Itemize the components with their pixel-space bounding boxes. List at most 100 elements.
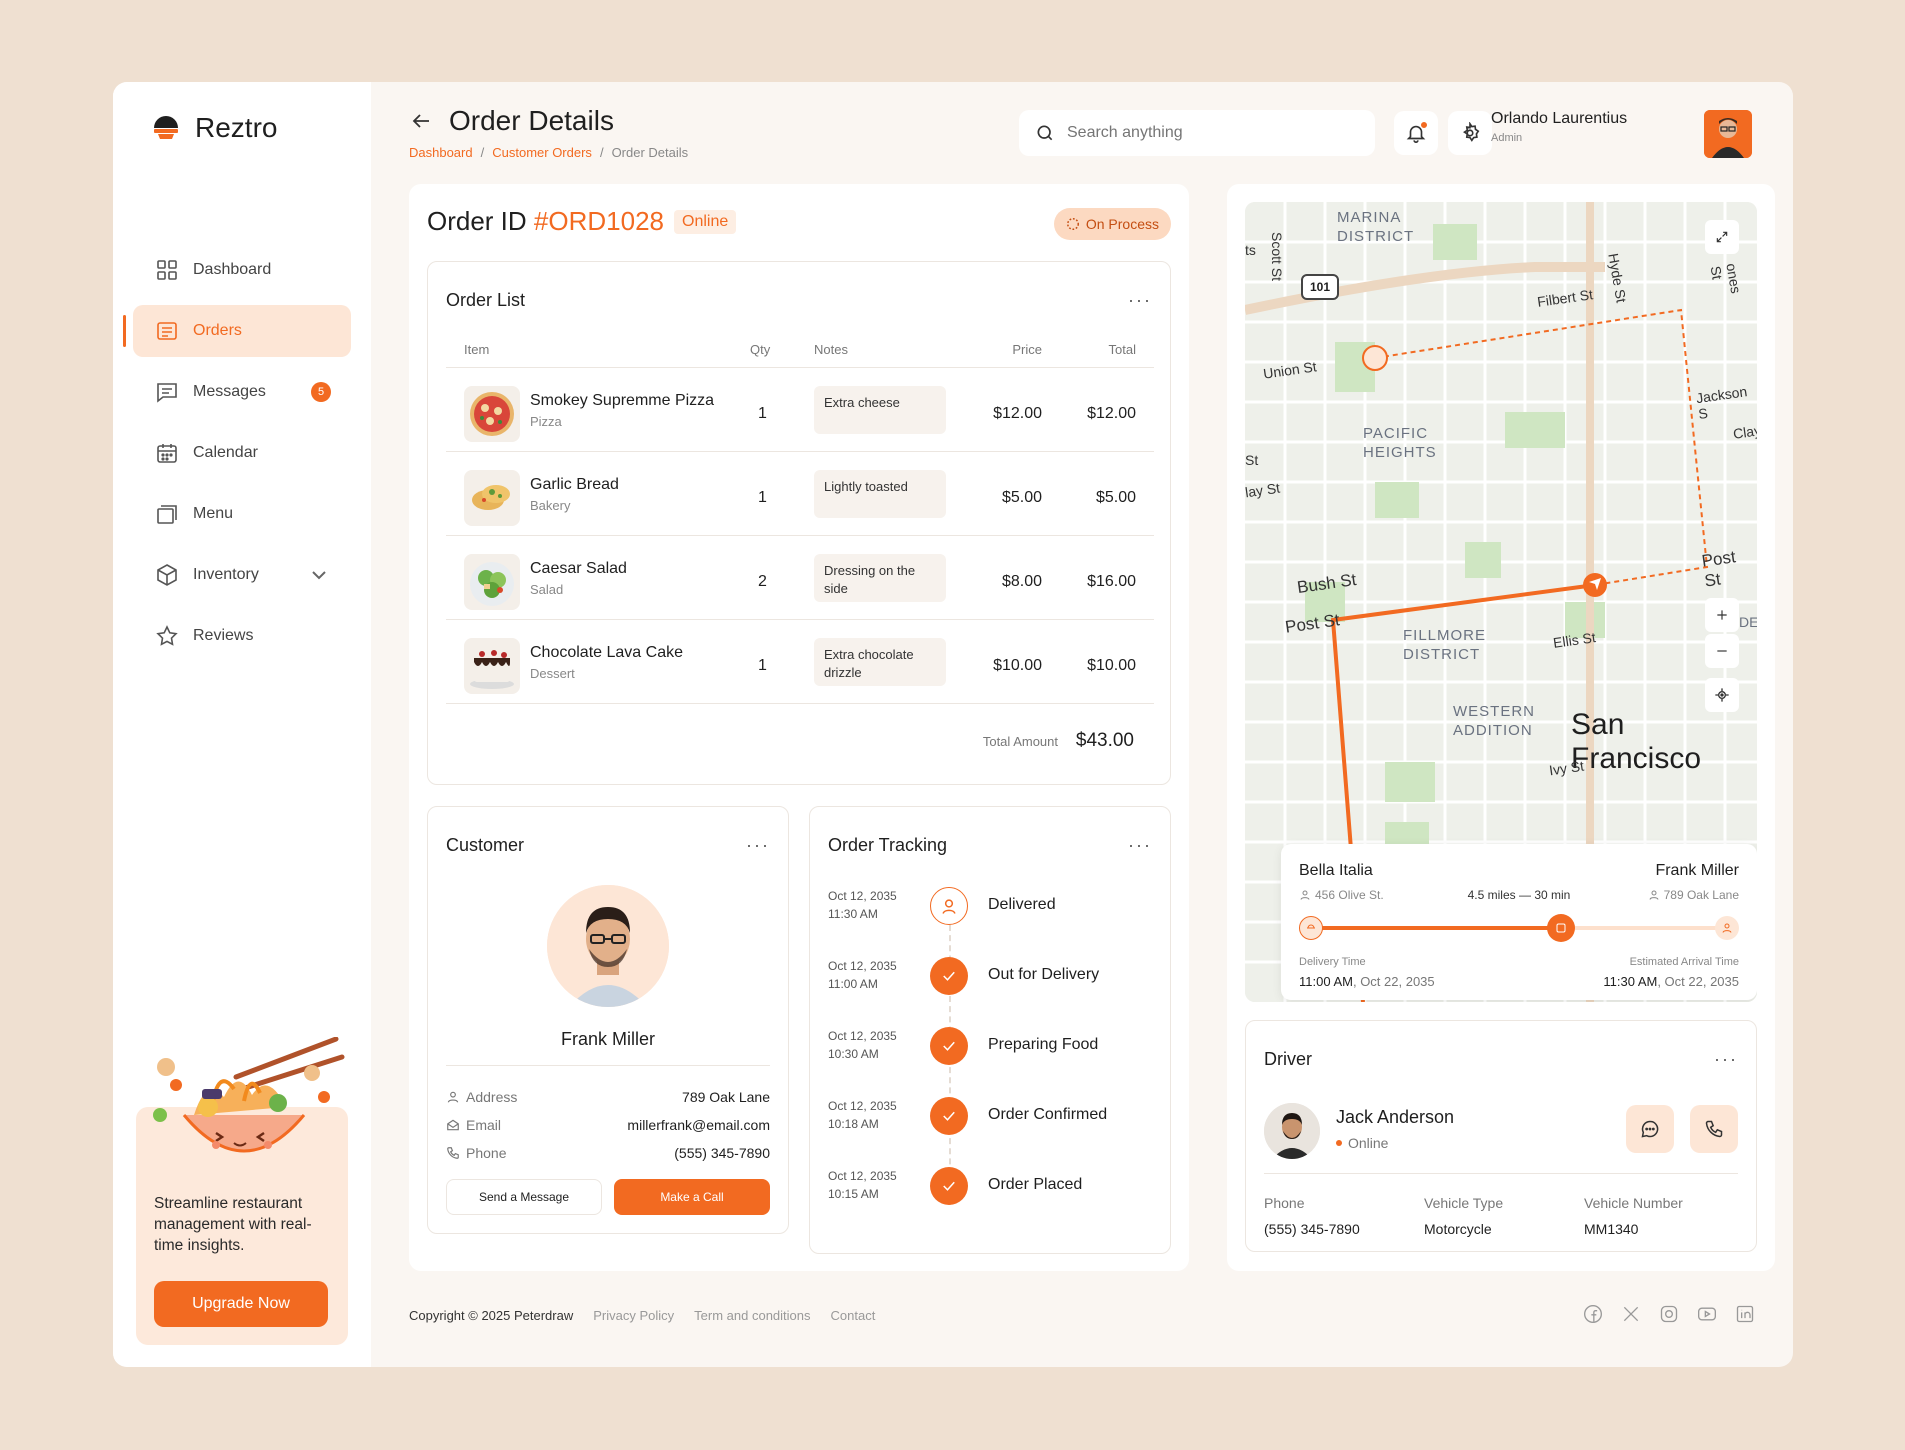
- breadcrumb-separator: /: [599, 145, 604, 160]
- column-header-notes: Notes: [814, 342, 848, 357]
- avatar[interactable]: [1704, 110, 1752, 158]
- divider: [446, 1065, 770, 1066]
- instagram-icon[interactable]: [1659, 1304, 1679, 1324]
- sidebar-item-label: Calendar: [193, 444, 258, 461]
- tracking-step: Oct 12, 2035 11:00 AM Out for Delivery: [828, 957, 1154, 1013]
- receipt-icon: [157, 322, 177, 340]
- item-name: Chocolate Lava Cake: [530, 644, 683, 661]
- breadcrumb-dashboard[interactable]: Dashboard: [409, 145, 473, 160]
- customer-card: Customer ··· Frank Miller Address 789 Oa…: [427, 806, 789, 1234]
- breadcrumb-customer-orders[interactable]: Customer Orders: [492, 145, 592, 160]
- item-qty: 1: [758, 489, 767, 506]
- more-options-icon[interactable]: ···: [1714, 1049, 1738, 1070]
- customer-email[interactable]: millerfrank@email.com: [627, 1117, 770, 1133]
- item-price: $12.00: [993, 405, 1042, 422]
- item-total: $12.00: [1087, 405, 1136, 422]
- tracking-step: Oct 12, 2035 10:18 AM Order Confirmed: [828, 1097, 1154, 1153]
- chat-driver-button[interactable]: [1626, 1105, 1674, 1153]
- column-header-item: Item: [464, 342, 490, 357]
- total-amount-label: Total Amount: [982, 734, 1058, 749]
- locate-button[interactable]: [1705, 678, 1739, 712]
- more-options-icon[interactable]: ···: [1128, 835, 1152, 856]
- notifications-button[interactable]: [1394, 111, 1438, 155]
- order-header: Order ID #ORD1028 Online: [427, 206, 737, 237]
- sidebar-item-inventory[interactable]: Inventory: [133, 549, 351, 601]
- breadcrumb: Dashboard / Customer Orders / Order Deta…: [409, 145, 688, 160]
- column-header-qty: Qty: [750, 342, 771, 357]
- sidebar-item-label: Orders: [193, 322, 242, 339]
- zoom-in-button[interactable]: [1705, 598, 1739, 632]
- table-row[interactable]: Caesar Salad Salad 2 Dressing on the sid…: [446, 536, 1154, 620]
- breadcrumb-current: Order Details: [611, 145, 689, 160]
- back-arrow-icon[interactable]: [409, 109, 433, 133]
- call-driver-button[interactable]: [1690, 1105, 1738, 1153]
- tracking-step: Oct 12, 2035 11:30 AM Delivered: [828, 887, 1154, 943]
- sidebar-item-calendar[interactable]: Calendar: [133, 427, 351, 479]
- delivery-card: 101 MARINA DISTRICT PACIFIC HEIGHTS FILLMO…: [1227, 184, 1775, 1271]
- check-icon: [930, 1097, 968, 1135]
- route-summary-panel: Bella Italia 456 Olive St. 4.5 miles — 3…: [1281, 844, 1757, 1000]
- search-input[interactable]: [1067, 124, 1347, 142]
- logo[interactable]: Reztro: [151, 112, 277, 144]
- customer-name: Frank Miller: [560, 1029, 655, 1049]
- chat-icon: [1641, 1120, 1659, 1138]
- zoom-out-button[interactable]: [1705, 634, 1739, 668]
- footer-link-contact[interactable]: Contact: [831, 1308, 876, 1323]
- sidebar-item-messages[interactable]: Messages 5: [133, 366, 351, 418]
- delivery-map[interactable]: 101 MARINA DISTRICT PACIFIC HEIGHTS FILLMO…: [1245, 202, 1757, 1002]
- facebook-icon[interactable]: [1583, 1304, 1603, 1324]
- fullscreen-button[interactable]: [1705, 220, 1739, 254]
- delivery-time: Delivery Time 11:00 AM, Oct 22, 2035: [1299, 956, 1435, 989]
- delivered-icon: [930, 887, 968, 925]
- chevron-down-icon[interactable]: [307, 563, 331, 587]
- item-total: $5.00: [1095, 489, 1136, 506]
- user-name: Orlando Laurentius: [1491, 110, 1628, 127]
- map-label-city: San Francisco: [1571, 708, 1702, 775]
- x-icon[interactable]: [1621, 1304, 1641, 1324]
- youtube-icon[interactable]: [1697, 1304, 1717, 1324]
- order-id: Order ID #ORD1028: [427, 206, 664, 236]
- upgrade-button[interactable]: Upgrade Now: [154, 1281, 328, 1327]
- sidebar-item-dashboard[interactable]: Dashboard: [133, 244, 351, 296]
- check-icon: [930, 957, 968, 995]
- highway-shield: 101: [1301, 274, 1339, 300]
- location-pin-icon: [1649, 890, 1659, 900]
- sidebar-item-label: Messages: [193, 383, 266, 400]
- item-category: Pizza: [530, 414, 562, 429]
- brand-name: Reztro: [195, 112, 278, 143]
- sidebar-item-reviews[interactable]: Reviews: [133, 610, 351, 662]
- restaurant-node-icon: [1299, 916, 1323, 940]
- send-message-button[interactable]: Send a Message: [446, 1179, 602, 1215]
- footer-link-terms[interactable]: Term and conditions: [694, 1308, 810, 1323]
- page-header: Order Details: [409, 105, 614, 137]
- table-row[interactable]: Chocolate Lava Cake Dessert 1 Extra choc…: [446, 620, 1154, 704]
- route-progress-fill: [1311, 926, 1561, 930]
- search-icon: [1037, 125, 1053, 141]
- footer-link-privacy[interactable]: Privacy Policy: [593, 1308, 674, 1323]
- driver-title: Driver: [1264, 1049, 1312, 1069]
- sidebar-nav: Dashboard Orders Messages 5 Calendar Men…: [123, 244, 351, 671]
- settings-button[interactable]: [1448, 111, 1492, 155]
- user-profile[interactable]: Orlando Laurentius Admin: [1491, 110, 1627, 144]
- more-options-icon[interactable]: ···: [1128, 290, 1152, 311]
- order-list-title: Order List: [446, 290, 526, 310]
- customer-address-row: Address 789 Oak Lane: [446, 1089, 770, 1105]
- make-call-button[interactable]: Make a Call: [614, 1179, 770, 1215]
- item-price: $5.00: [1001, 489, 1042, 506]
- customer-avatar: [547, 885, 669, 1007]
- sidebar-item-orders[interactable]: Orders: [123, 305, 351, 357]
- item-qty: 1: [758, 657, 767, 674]
- map-label-fillmore: FILLMORE DISTRICT: [1403, 627, 1487, 663]
- sidebar-item-menu[interactable]: Menu: [133, 488, 351, 540]
- table-row[interactable]: Smokey Supremme Pizza Pizza 1 Extra chee…: [446, 368, 1154, 452]
- linkedin-icon[interactable]: [1735, 1304, 1755, 1324]
- social-links: [1583, 1304, 1755, 1324]
- status-badge: On Process: [1053, 208, 1171, 240]
- customer-phone[interactable]: (555) 345-7890: [674, 1145, 770, 1161]
- table-row[interactable]: Garlic Bread Bakery 1 Lightly toasted $5…: [446, 452, 1154, 536]
- courier-node-icon: [1547, 914, 1575, 942]
- item-name: Caesar Salad: [530, 560, 627, 577]
- step-label: Delivered: [988, 896, 1056, 913]
- more-options-icon[interactable]: ···: [746, 835, 770, 856]
- total-amount: $43.00: [1075, 730, 1134, 751]
